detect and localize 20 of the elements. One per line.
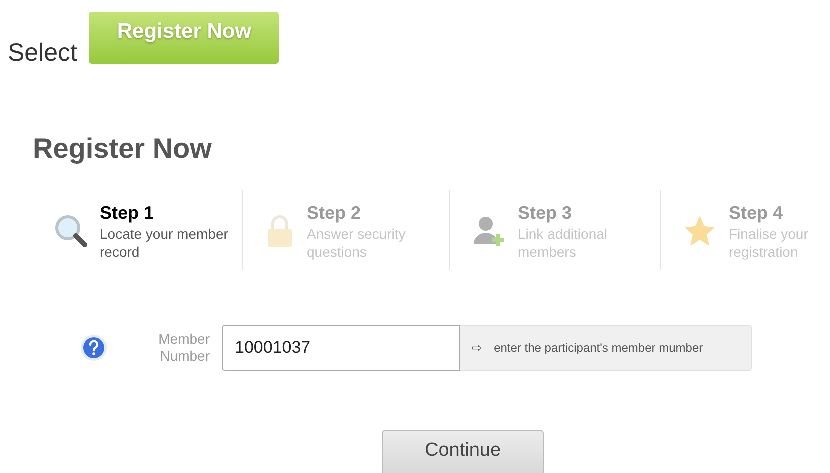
step-title: Step 1	[100, 202, 156, 224]
step-description: Link additional members	[518, 224, 609, 260]
help-icon	[80, 334, 108, 362]
hint-arrow: ⇨	[472, 340, 482, 357]
page-heading: Register Now	[33, 135, 212, 163]
step-title: Step 3	[518, 202, 574, 224]
step-title: Step 2	[307, 202, 362, 224]
field-hint: enter the participant's member mumber	[494, 340, 704, 357]
step-description: Finalise your registration	[729, 224, 810, 260]
continue-button[interactable]: Continue	[382, 430, 544, 473]
instruction-text: Select	[8, 41, 78, 66]
step-description: Locate your member record	[100, 224, 230, 260]
field-label: Member Number	[158, 331, 210, 365]
step-description: Answer security questions	[307, 224, 407, 260]
member-number-field[interactable]: 10001037	[222, 325, 460, 371]
star-icon	[683, 214, 717, 248]
padlock-icon	[265, 214, 295, 248]
magnifier-icon	[54, 214, 88, 248]
step-title: Step 4	[729, 202, 784, 224]
user-add-icon	[472, 214, 506, 248]
